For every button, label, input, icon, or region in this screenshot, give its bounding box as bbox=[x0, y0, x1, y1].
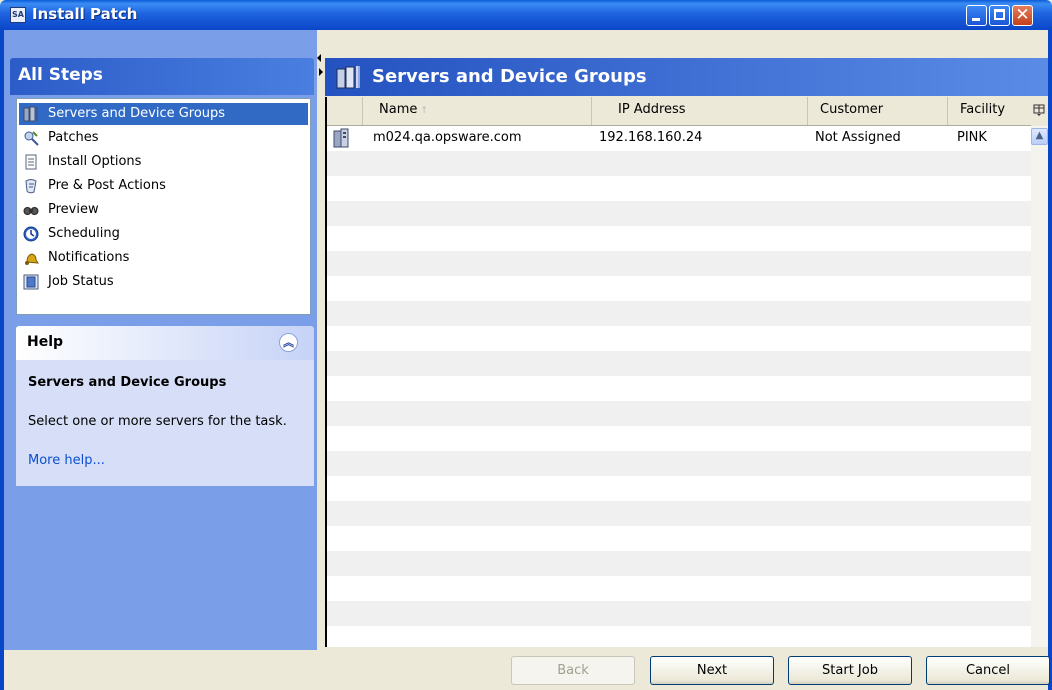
step-scheduling[interactable]: Scheduling bbox=[19, 223, 308, 245]
install-options-icon bbox=[25, 154, 37, 170]
close-button[interactable]: ✕ bbox=[1012, 5, 1033, 26]
table-row bbox=[327, 501, 1031, 526]
step-servers-and-device-groups[interactable]: Servers and Device Groups bbox=[19, 103, 308, 125]
column-header-ip-address[interactable]: IP Address bbox=[592, 97, 808, 125]
clock-icon bbox=[23, 226, 39, 242]
column-chooser-icon bbox=[1033, 104, 1045, 116]
patches-icon bbox=[24, 131, 39, 146]
close-icon: ✕ bbox=[1015, 5, 1030, 25]
table-row bbox=[327, 176, 1031, 201]
step-label: Servers and Device Groups bbox=[48, 106, 226, 121]
help-heading: Servers and Device Groups bbox=[28, 375, 227, 390]
step-label: Notifications bbox=[48, 250, 130, 265]
column-header-label: Name bbox=[379, 102, 418, 117]
step-label: Scheduling bbox=[48, 226, 120, 241]
maximize-button[interactable] bbox=[989, 5, 1010, 26]
step-preview[interactable]: Preview bbox=[19, 199, 308, 221]
column-header-facility[interactable]: Facility bbox=[948, 97, 1031, 125]
next-button[interactable]: Next bbox=[650, 656, 774, 685]
window-frame-right bbox=[1048, 30, 1052, 690]
table-row[interactable]: m024.qa.opsware.com 192.168.160.24 Not A… bbox=[327, 126, 1031, 151]
step-install-options[interactable]: Install Options bbox=[19, 151, 308, 173]
cell-facility: PINK bbox=[957, 130, 987, 145]
cancel-button[interactable]: Cancel bbox=[926, 656, 1050, 685]
help-panel: Servers and Device Groups Select one or … bbox=[16, 360, 314, 486]
step-label: Patches bbox=[48, 130, 99, 145]
title-bar: SA Install Patch ✕ bbox=[0, 0, 1052, 30]
table-row bbox=[327, 351, 1031, 376]
table-row bbox=[327, 451, 1031, 476]
table-row bbox=[327, 251, 1031, 276]
collapse-icon[interactable]: ︽ bbox=[279, 333, 298, 352]
cell-customer: Not Assigned bbox=[815, 130, 901, 145]
collapse-left-icon[interactable] bbox=[317, 54, 321, 62]
table-row bbox=[327, 276, 1031, 301]
table-row bbox=[327, 401, 1031, 426]
start-job-button[interactable]: Start Job bbox=[788, 656, 912, 685]
step-pre-post-actions[interactable]: Pre & Post Actions bbox=[19, 175, 308, 197]
back-button[interactable]: Back bbox=[511, 656, 635, 685]
table-row bbox=[327, 201, 1031, 226]
actions-icon bbox=[25, 179, 37, 194]
cell-ip-address: 192.168.160.24 bbox=[599, 130, 703, 145]
steps-header: All Steps bbox=[10, 58, 314, 95]
table-header: Name ↑ IP Address Customer Facility bbox=[327, 97, 1031, 126]
more-help-link[interactable]: More help... bbox=[28, 453, 105, 468]
step-label: Preview bbox=[48, 202, 99, 217]
steps-list: Servers and Device Groups Patches Instal… bbox=[16, 98, 311, 315]
table-row bbox=[327, 576, 1031, 601]
table-row bbox=[327, 301, 1031, 326]
step-label: Pre & Post Actions bbox=[48, 178, 166, 193]
window-title: Install Patch bbox=[32, 5, 138, 23]
table-row bbox=[327, 626, 1031, 647]
minimize-icon bbox=[972, 18, 980, 21]
app-icon: SA bbox=[10, 7, 26, 23]
servers-table: Name ↑ IP Address Customer Facility m024.… bbox=[325, 97, 1031, 647]
column-header-customer[interactable]: Customer bbox=[808, 97, 948, 125]
maximize-icon bbox=[994, 9, 1005, 20]
cell-name: m024.qa.opsware.com bbox=[373, 130, 522, 145]
step-job-status[interactable]: Job Status bbox=[19, 271, 308, 293]
minimize-button[interactable] bbox=[966, 5, 987, 26]
table-row bbox=[327, 476, 1031, 501]
table-row bbox=[327, 551, 1031, 576]
table-row bbox=[327, 326, 1031, 351]
column-header-select[interactable] bbox=[327, 97, 363, 125]
help-text: Select one or more servers for the task. bbox=[28, 414, 287, 429]
table-row bbox=[327, 226, 1031, 251]
main-header: Servers and Device Groups bbox=[325, 58, 1048, 96]
main-title: Servers and Device Groups bbox=[372, 66, 647, 87]
table-row bbox=[327, 526, 1031, 551]
table-row bbox=[327, 426, 1031, 451]
step-notifications[interactable]: Notifications bbox=[19, 247, 308, 269]
table-row bbox=[327, 151, 1031, 176]
column-header-name[interactable]: Name ↑ bbox=[363, 97, 592, 125]
step-patches[interactable]: Patches bbox=[19, 127, 308, 149]
servers-icon bbox=[23, 106, 38, 122]
help-title: Help bbox=[27, 334, 64, 350]
bell-icon bbox=[25, 253, 39, 265]
help-header[interactable]: Help ︽ bbox=[16, 326, 314, 360]
servers-icon bbox=[336, 66, 360, 89]
vertical-scrollbar[interactable]: ▲ bbox=[1031, 126, 1048, 647]
column-chooser-button[interactable] bbox=[1031, 97, 1048, 126]
table-row bbox=[327, 601, 1031, 626]
step-label: Job Status bbox=[48, 274, 114, 289]
sort-ascending-icon: ↑ bbox=[420, 106, 428, 116]
job-status-icon bbox=[23, 274, 39, 290]
step-label: Install Options bbox=[48, 154, 142, 169]
table-row bbox=[327, 376, 1031, 401]
scroll-up-icon[interactable]: ▲ bbox=[1031, 128, 1048, 145]
preview-icon bbox=[23, 207, 39, 215]
steps-title: All Steps bbox=[18, 65, 103, 85]
server-icon bbox=[333, 128, 349, 148]
